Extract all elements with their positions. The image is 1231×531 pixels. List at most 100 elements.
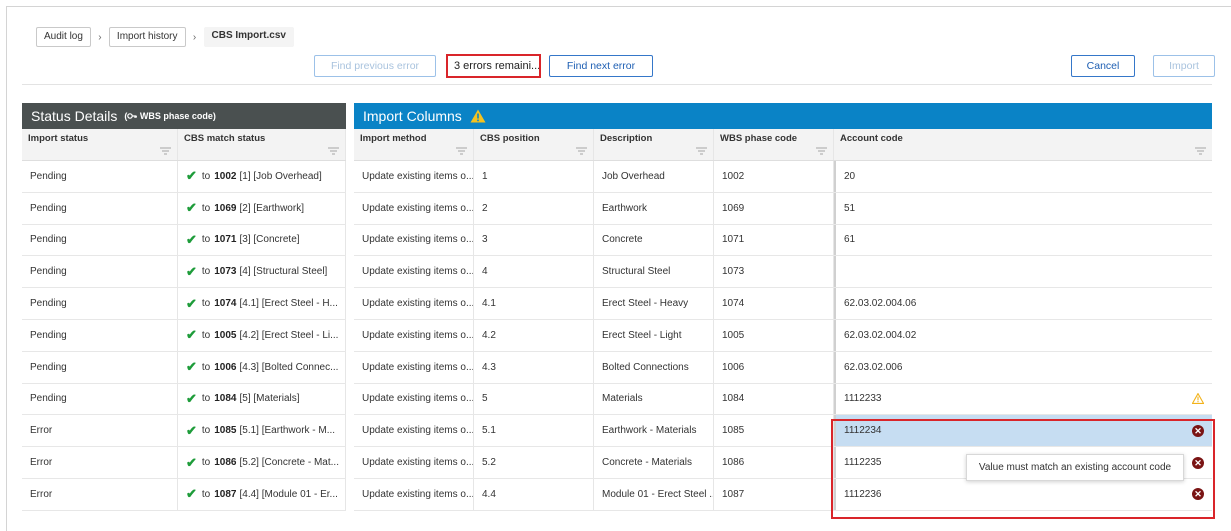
table-row[interactable]: Update existing items o... 2 Earthwork 1069…	[354, 192, 1212, 225]
column-header-account-code[interactable]: Account code	[834, 129, 1212, 160]
table-row[interactable]: Update existing items o... 5 Materials 1084…	[354, 383, 1212, 416]
wbs-phase-code-cell[interactable]: 1085	[714, 415, 834, 447]
import-status-cell[interactable]: Pending	[22, 224, 178, 256]
filter-icon[interactable]	[328, 147, 339, 155]
import-method-cell[interactable]: Update existing items o...	[354, 447, 474, 478]
cbs-position-cell[interactable]: 4.4	[474, 478, 594, 510]
cbs-match-status-cell[interactable]: ✔ to 1074 [4.1] [Erect Steel - H...	[178, 288, 346, 319]
description-cell[interactable]: Structural Steel	[594, 256, 714, 288]
import-method-cell[interactable]: Update existing items o...	[354, 319, 474, 351]
cancel-button[interactable]: Cancel	[1071, 55, 1135, 77]
cbs-match-status-cell[interactable]: ✔ to 1069 [2] [Earthwork]	[178, 192, 346, 224]
account-code-cell[interactable]	[834, 256, 1212, 288]
table-row[interactable]: Pending ✔ to 1073 [4] [Structural Steel]	[22, 256, 346, 289]
description-cell[interactable]: Materials	[594, 383, 714, 415]
description-cell[interactable]: Bolted Connections	[594, 351, 714, 383]
cbs-position-cell[interactable]: 5	[474, 383, 594, 415]
description-cell[interactable]: Module 01 - Erect Steel ...	[594, 478, 714, 510]
filter-icon[interactable]	[816, 147, 827, 155]
wbs-phase-code-cell[interactable]: 1006	[714, 351, 834, 383]
table-row[interactable]: Update existing items o... 4 Structural St…	[354, 256, 1212, 289]
wbs-phase-code-cell[interactable]: 1002	[714, 161, 834, 192]
cbs-match-status-cell[interactable]: ✔ to 1087 [4.4] [Module 01 - Er...	[178, 478, 346, 510]
import-status-cell[interactable]: Error	[22, 415, 178, 447]
cbs-position-cell[interactable]: 4.2	[474, 319, 594, 351]
import-status-cell[interactable]: Pending	[22, 192, 178, 224]
cbs-match-status-cell[interactable]: ✔ to 1071 [3] [Concrete]	[178, 224, 346, 256]
cbs-match-status-cell[interactable]: ✔ to 1073 [4] [Structural Steel]	[178, 256, 346, 288]
description-cell[interactable]: Earthwork	[594, 192, 714, 224]
import-method-cell[interactable]: Update existing items o...	[354, 161, 474, 192]
table-row[interactable]: Error ✔ to 1087 [4.4] [Module 01 - Er...	[22, 478, 346, 511]
description-cell[interactable]: Concrete - Materials	[594, 447, 714, 478]
table-row[interactable]: Update existing items o... 1 Job Overhead 1…	[354, 161, 1212, 193]
find-next-error-button[interactable]: Find next error	[549, 55, 653, 77]
account-code-cell[interactable]: 51	[834, 192, 1212, 224]
table-row[interactable]: Pending ✔ to 1005 [4.2] [Erect Steel - Li...	[22, 319, 346, 352]
import-status-cell[interactable]: Pending	[22, 288, 178, 319]
table-row[interactable]: Update existing items o... 4.1 Erect Steel…	[354, 288, 1212, 320]
table-row[interactable]: Pending ✔ to 1074 [4.1] [Erect Steel - H...	[22, 288, 346, 320]
import-method-cell[interactable]: Update existing items o...	[354, 383, 474, 415]
description-cell[interactable]: Erect Steel - Heavy	[594, 288, 714, 319]
filter-icon[interactable]	[576, 147, 587, 155]
table-row[interactable]: Update existing items o... 5.1 Earthwork -…	[354, 415, 1212, 448]
cbs-match-status-cell[interactable]: ✔ to 1086 [5.2] [Concrete - Mat...	[178, 447, 346, 478]
import-status-cell[interactable]: Pending	[22, 383, 178, 415]
cbs-position-cell[interactable]: 5.2	[474, 447, 594, 478]
table-row[interactable]: Update existing items o... 4.2 Erect Steel…	[354, 319, 1212, 352]
import-status-cell[interactable]: Error	[22, 447, 178, 478]
import-status-cell[interactable]: Pending	[22, 256, 178, 288]
filter-icon[interactable]	[456, 147, 467, 155]
cbs-match-status-cell[interactable]: ✔ to 1085 [5.1] [Earthwork - M...	[178, 415, 346, 447]
import-method-cell[interactable]: Update existing items o...	[354, 256, 474, 288]
account-code-cell[interactable]: 1112233	[834, 383, 1212, 415]
table-row[interactable]: Error ✔ to 1086 [5.2] [Concrete - Mat...	[22, 447, 346, 479]
wbs-phase-code-cell[interactable]: 1087	[714, 478, 834, 510]
table-row[interactable]: Error ✔ to 1085 [5.1] [Earthwork - M...	[22, 415, 346, 448]
import-method-cell[interactable]: Update existing items o...	[354, 351, 474, 383]
import-status-cell[interactable]: Pending	[22, 351, 178, 383]
table-row[interactable]: Update existing items o... 4.4 Module 01 -…	[354, 478, 1212, 511]
account-code-cell[interactable]: 61	[834, 224, 1212, 256]
table-row[interactable]: Pending ✔ to 1084 [5] [Materials]	[22, 383, 346, 416]
column-header-description[interactable]: Description	[594, 129, 714, 160]
table-row[interactable]: Pending ✔ to 1069 [2] [Earthwork]	[22, 192, 346, 225]
import-method-cell[interactable]: Update existing items o...	[354, 224, 474, 256]
error-circle-icon[interactable]: ✕	[1192, 424, 1204, 437]
error-circle-icon[interactable]: ✕	[1192, 456, 1204, 469]
table-row[interactable]: Pending ✔ to 1071 [3] [Concrete]	[22, 224, 346, 257]
table-row[interactable]: Update existing items o... 4.3 Bolted Conn…	[354, 351, 1212, 384]
account-code-cell[interactable]: 1112236 ✕	[834, 478, 1212, 510]
wbs-phase-code-cell[interactable]: 1005	[714, 319, 834, 351]
cbs-match-status-cell[interactable]: ✔ to 1002 [1] [Job Overhead]	[178, 161, 346, 192]
filter-icon[interactable]	[160, 147, 171, 155]
column-header-cbs-position[interactable]: CBS position	[474, 129, 594, 160]
import-method-cell[interactable]: Update existing items o...	[354, 288, 474, 319]
description-cell[interactable]: Concrete	[594, 224, 714, 256]
account-code-cell[interactable]: 20	[834, 161, 1212, 192]
cbs-position-cell[interactable]: 3	[474, 224, 594, 256]
breadcrumb-import-history[interactable]: Import history	[108, 27, 186, 47]
cbs-position-cell[interactable]: 4	[474, 256, 594, 288]
description-cell[interactable]: Job Overhead	[594, 161, 714, 192]
import-status-cell[interactable]: Error	[22, 478, 178, 510]
account-code-cell[interactable]: 62.03.02.006	[834, 351, 1212, 383]
wbs-phase-code-cell[interactable]: 1071	[714, 224, 834, 256]
cbs-position-cell[interactable]: 2	[474, 192, 594, 224]
table-row[interactable]: Update existing items o... 3 Concrete 1071 6…	[354, 224, 1212, 257]
cbs-position-cell[interactable]: 4.1	[474, 288, 594, 319]
column-header-import-status[interactable]: Import status	[22, 129, 178, 160]
import-button[interactable]: Import	[1153, 55, 1215, 77]
import-status-cell[interactable]: Pending	[22, 161, 178, 192]
column-header-cbs-match-status[interactable]: CBS match status	[178, 129, 346, 160]
find-previous-error-button[interactable]: Find previous error	[314, 55, 436, 77]
description-cell[interactable]: Earthwork - Materials	[594, 415, 714, 447]
cbs-match-status-cell[interactable]: ✔ to 1006 [4.3] [Bolted Connec...	[178, 351, 346, 383]
table-row[interactable]: Pending ✔ to 1006 [4.3] [Bolted Connec...	[22, 351, 346, 384]
account-code-cell[interactable]: 1112234 ✕	[834, 415, 1212, 447]
cbs-match-status-cell[interactable]: ✔ to 1005 [4.2] [Erect Steel - Li...	[178, 319, 346, 351]
wbs-phase-code-cell[interactable]: 1073	[714, 256, 834, 288]
cbs-position-cell[interactable]: 5.1	[474, 415, 594, 447]
import-method-cell[interactable]: Update existing items o...	[354, 192, 474, 224]
